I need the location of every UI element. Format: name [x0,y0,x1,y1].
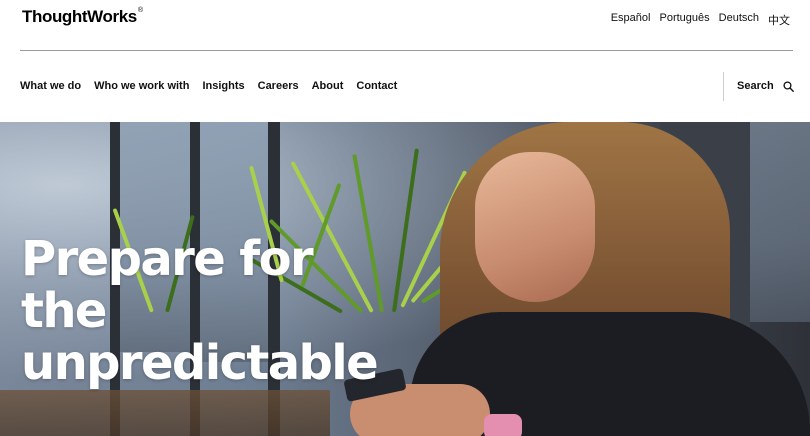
headline-line-2: unpredictable [21,335,379,391]
registered-mark: ® [137,7,143,15]
language-switcher: Español Português Deutsch 中文 [611,12,790,28]
language-chinese-link[interactable]: 中文 [768,12,790,28]
nav-item-who-we-work-with[interactable]: Who we work with [94,80,189,92]
thoughtworks-logo[interactable]: ThoughtWorks® [22,7,143,27]
search-button[interactable]: Search [737,80,794,92]
search-label: Search [737,80,774,92]
nav-item-insights[interactable]: Insights [202,80,244,92]
nav-item-contact[interactable]: Contact [356,80,397,92]
top-bar: ThoughtWorks® Español Português Deutsch … [0,0,810,50]
watch-image [484,414,522,436]
main-navigation: What we do Who we work with Insights Car… [20,80,397,92]
nav-item-what-we-do[interactable]: What we do [20,80,81,92]
search-divider [723,72,724,101]
language-portugues-link[interactable]: Português [659,12,709,28]
search-icon [783,80,794,92]
nav-item-about[interactable]: About [312,80,344,92]
nav-item-careers[interactable]: Careers [258,80,299,92]
language-espanol-link[interactable]: Español [611,12,651,28]
hero-headline: Prepare for the unpredictable [21,233,381,389]
background-shelf [0,390,330,436]
header-divider [20,50,793,51]
logo-text: ThoughtWorks [22,7,137,26]
window-pane [750,122,810,322]
language-deutsch-link[interactable]: Deutsch [719,12,759,28]
headline-line-1: Prepare for the [21,231,314,339]
